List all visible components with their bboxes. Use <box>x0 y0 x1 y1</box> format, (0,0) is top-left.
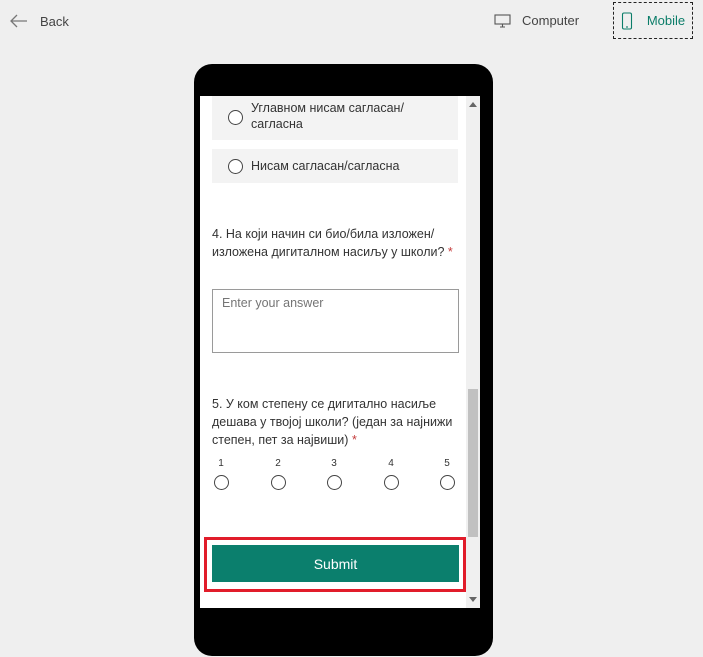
computer-view-button[interactable]: Computer <box>494 2 579 39</box>
mobile-view-button[interactable]: Mobile <box>613 2 693 39</box>
top-bar: Back Computer Mobile <box>0 0 703 42</box>
scale-option-5[interactable]: 5 <box>437 458 457 490</box>
required-mark: * <box>447 245 453 259</box>
question-4: 4. На који начин си био/била изложен/ из… <box>212 225 462 261</box>
scale-number: 3 <box>331 458 337 469</box>
rating-scale: 1 2 3 4 5 <box>200 458 466 498</box>
answer-input[interactable] <box>212 289 459 353</box>
scale-number: 1 <box>218 458 224 469</box>
scale-option-1[interactable]: 1 <box>211 458 231 490</box>
radio-button[interactable] <box>228 158 243 174</box>
arrow-left-icon <box>10 14 27 28</box>
scale-number: 4 <box>388 458 394 469</box>
scale-radio[interactable] <box>213 475 229 490</box>
scale-radio[interactable] <box>270 475 286 490</box>
phone-icon <box>621 11 632 30</box>
mobile-label: Mobile <box>646 13 686 28</box>
scrollbar[interactable] <box>466 96 480 608</box>
question-4-text: 4. На који начин си био/била изложен/ из… <box>212 227 445 259</box>
question-5: 5. У ком степену се дигитално насиље деш… <box>212 395 462 449</box>
submit-button[interactable]: Submit <box>212 545 459 582</box>
phone-screen: Углавном нисам сагласан/ сагласна Нисам … <box>200 96 480 608</box>
scale-option-3[interactable]: 3 <box>324 458 344 490</box>
scale-number: 5 <box>444 458 450 469</box>
scroll-up-arrow-icon[interactable] <box>469 102 477 107</box>
required-mark: * <box>351 433 357 447</box>
scale-radio[interactable] <box>383 475 399 490</box>
back-button[interactable]: Back <box>10 9 69 33</box>
option-label: Нисам сагласан/сагласна <box>251 159 400 173</box>
scale-option-2[interactable]: 2 <box>268 458 288 490</box>
monitor-icon <box>494 13 511 28</box>
computer-label: Computer <box>522 13 580 28</box>
form-content: Углавном нисам сагласан/ сагласна Нисам … <box>200 96 466 608</box>
scale-number: 2 <box>275 458 281 469</box>
option-label: Углавном нисам сагласан/ сагласна <box>251 101 404 131</box>
option-disagree[interactable]: Нисам сагласан/сагласна <box>212 149 458 183</box>
scale-radio[interactable] <box>439 475 455 490</box>
phone-frame: Углавном нисам сагласан/ сагласна Нисам … <box>194 64 493 656</box>
scrollbar-thumb[interactable] <box>468 389 478 537</box>
scroll-down-arrow-icon[interactable] <box>469 597 477 602</box>
question-5-text: 5. У ком степену се дигитално насиље деш… <box>212 397 453 447</box>
radio-button[interactable] <box>228 110 243 125</box>
scale-option-4[interactable]: 4 <box>381 458 401 490</box>
scale-radio[interactable] <box>326 475 342 490</box>
back-label: Back <box>40 13 69 29</box>
option-mostly-disagree[interactable]: Углавном нисам сагласан/ сагласна <box>212 96 458 140</box>
